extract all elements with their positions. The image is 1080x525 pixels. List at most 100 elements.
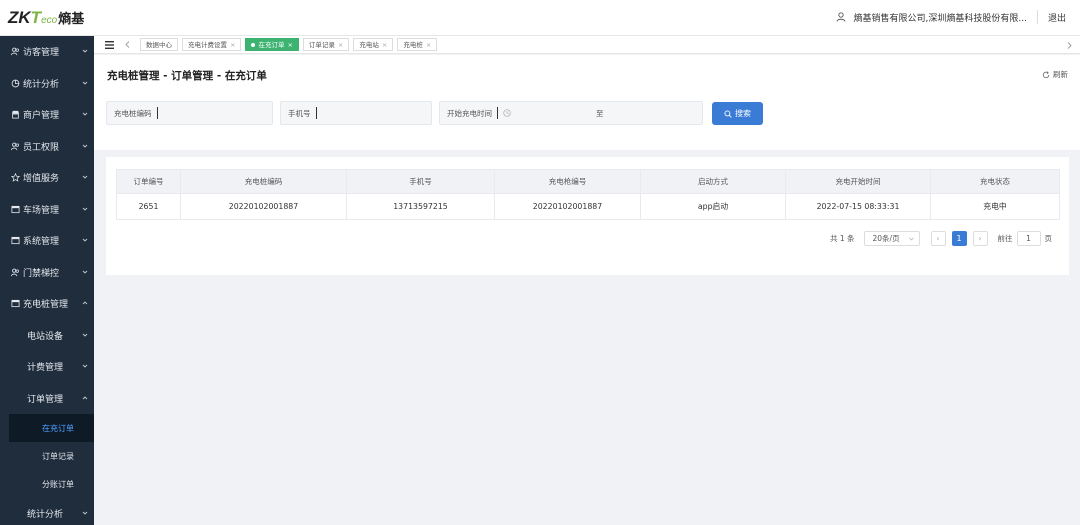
logout-button[interactable]: 退出 [1048,11,1066,24]
sidebar-item-stats[interactable]: 统计分析 [0,68,94,100]
tab-pile[interactable]: 充电桩 × [397,38,438,51]
sidebar-item-addon[interactable]: 增值服务 [0,162,94,194]
sidebar-item-station-device[interactable]: 电站设备 [0,320,94,352]
pile-code-field[interactable]: 充电桩编码 [106,101,273,125]
goto-page-input[interactable]: 1 [1016,231,1041,246]
tab-close-icon[interactable]: × [382,41,387,49]
sidebar-item-orders[interactable]: 订单管理 [0,383,94,415]
phone-label: 手机号 [288,108,311,118]
tab-label: 充电站 [359,41,379,49]
logo-eco: eco [41,15,58,26]
sidebar-item-access[interactable]: 门禁梯控 [0,257,94,289]
column-header: 启动方式 [640,169,786,194]
sidebar-item-label: 分账订单 [42,479,74,489]
sidebar-item-label: 商户管理 [23,111,60,122]
sidebar-item-stats-sub[interactable]: 统计分析 [0,498,94,525]
tab-billing-settings[interactable]: 充电计费设置 × [182,38,242,51]
user-group-icon [11,268,19,276]
chevron-down-icon [82,112,88,116]
chevron-up-icon [82,301,88,305]
users-icon [11,47,19,56]
tab-order-records[interactable]: 订单记录 × [302,38,350,51]
pagination: 共 1 条 20条/页 ‹ 1 › 前往 1 页 [830,231,1052,246]
sidebar-item-charging[interactable]: 充电桩管理 [0,288,94,320]
filter-panel: 充电桩管理 - 订单管理 - 在充订单 刷新 充电桩编码 手机号 开始充电时间 … [94,55,1080,150]
sidebar-item-label: 订单管理 [27,394,64,405]
tab-close-icon[interactable]: × [287,41,292,49]
logo-t: T [30,8,42,27]
tab-close-icon[interactable]: × [338,41,343,49]
column-header: 订单编号 [116,169,181,194]
tab-scroll-left-button[interactable] [120,38,134,52]
tab-close-icon[interactable]: × [230,41,235,49]
page-unit-label: 页 [1044,234,1053,243]
page-title: 充电桩管理 - 订单管理 - 在充订单 [107,70,267,82]
search-button[interactable]: 搜索 [712,102,763,125]
chevron-up-icon [82,395,88,399]
chart-icon [11,79,20,88]
phone-field[interactable]: 手机号 [280,101,432,125]
total-count: 共 1 条 [829,234,855,243]
start-time-field[interactable]: 开始充电时间 至 [439,101,703,125]
text-cursor [497,107,498,119]
refresh-label: 刷新 [1053,70,1068,79]
tab-scroll-right-button[interactable] [1062,38,1076,52]
user-icon [836,12,845,22]
table-cell: 20220102001887 [494,193,641,220]
header-divider [1036,10,1038,24]
chevron-down-icon [82,238,88,242]
sidebar-item-order-records[interactable]: 订单记录 [0,442,94,470]
chevron-down-icon [82,144,88,148]
company-name[interactable]: 熵基销售有限公司,深圳熵基科技股份有限... [854,11,1027,24]
goto-label: 前往 [997,234,1013,243]
current-page-button[interactable]: 1 [951,231,967,246]
chevron-down-icon [82,333,88,337]
prev-page-button[interactable]: ‹ [930,231,946,246]
window-icon [11,300,20,308]
sidebar-item-charging-orders[interactable]: 在充订单 [9,414,94,442]
chevron-down-icon [82,511,88,515]
sidebar-item-label: 访客管理 [23,48,60,59]
chevron-down-icon [82,49,88,53]
table-header-row: 订单编号 充电桩编码 手机号 充电枪编号 启动方式 充电开始时间 充电状态 [116,169,1060,194]
page-size-select[interactable]: 20条/页 [863,231,920,246]
tab-label: 在充订单 [258,41,285,49]
column-header: 充电枪编号 [494,169,641,194]
orders-panel: 订单编号 充电桩编码 手机号 充电枪编号 启动方式 充电开始时间 充电状态 26… [106,157,1069,275]
zkteco-logo: ZK Teco 熵基 [8,8,84,28]
sidebar-item-parking[interactable]: 车场管理 [0,194,94,226]
text-cursor [315,107,317,119]
table-cell: app启动 [640,193,786,220]
column-header: 手机号 [346,169,495,194]
tab-data-center[interactable]: 数据中心 [140,38,178,51]
table-row[interactable]: 2651 20220102001887 13713597215 20220102… [116,193,1060,220]
tab-charging-orders[interactable]: 在充订单 × [245,38,299,51]
sidebar-item-label: 订单记录 [42,451,74,461]
sidebar-item-split-orders[interactable]: 分账订单 [0,470,94,498]
pile-code-label: 充电桩编码 [114,108,152,118]
chevron-down-icon [82,81,88,85]
tab-station[interactable]: 充电站 × [353,38,394,51]
tab-label: 充电计费设置 [188,41,227,49]
sidebar-item-label: 增值服务 [23,174,60,185]
logo-cn: 熵基 [58,12,85,27]
sidebar-item-merchant[interactable]: 商户管理 [0,99,94,131]
sidebar-item-staff[interactable]: 员工权限 [0,131,94,163]
table-cell: 2651 [116,193,181,220]
menu-toggle-button[interactable] [102,38,116,52]
tab-close-icon[interactable]: × [426,41,431,49]
active-dot-icon [251,43,256,47]
refresh-button[interactable]: 刷新 [1042,69,1068,80]
user-group-icon [11,142,19,150]
sidebar-item-label: 充电桩管理 [23,300,69,311]
sidebar-item-label: 员工权限 [23,142,60,153]
shop-icon [11,111,20,119]
star-icon [11,173,20,183]
sidebar-item-billing[interactable]: 计费管理 [0,351,94,383]
window-icon [11,205,20,213]
sidebar-item-visitor[interactable]: 访客管理 [0,36,94,68]
user-area: 熵基销售有限公司,深圳熵基科技股份有限... 退出 [836,10,1066,24]
sidebar-item-system[interactable]: 系统管理 [0,225,94,257]
top-header: ZK Teco 熵基 熵基销售有限公司,深圳熵基科技股份有限... 退出 [0,0,1080,36]
next-page-button[interactable]: › [972,231,988,246]
